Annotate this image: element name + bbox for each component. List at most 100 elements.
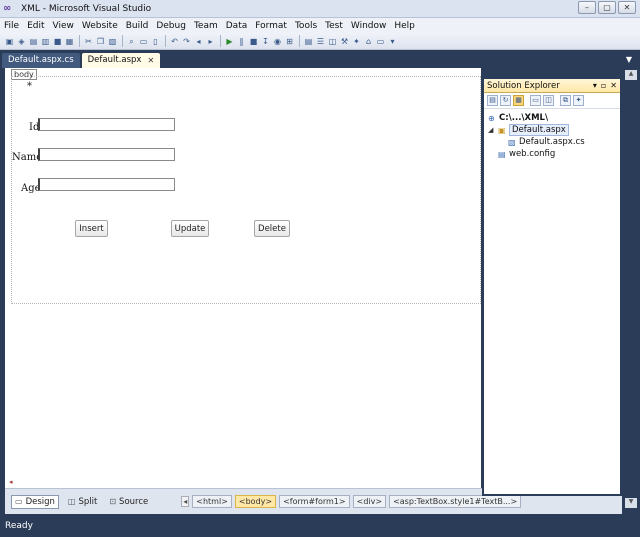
design-surface[interactable]: body * Id Name Age Insert Update Delete … [5,68,481,488]
view-tab-label: Design [25,496,55,507]
maximize-button[interactable]: ▢ [598,1,616,14]
breadcrumb-html[interactable]: <html> [192,495,232,508]
delete-button[interactable]: Delete [254,220,290,237]
toolbar-options-icon[interactable]: ▾ [387,36,398,47]
new-project-icon[interactable]: ▣ [4,36,15,47]
properties-icon[interactable]: ▤ [487,95,498,106]
menu-view[interactable]: View [49,21,78,31]
redo-icon[interactable]: ↷ [181,36,192,47]
title-bar: ∞ XML - Microsoft Visual Studio – ▢ ✕ [0,0,640,18]
cut-icon[interactable]: ✂ [83,36,94,47]
toolbox-icon[interactable]: ⚒ [339,36,350,47]
menu-help[interactable]: Help [390,21,419,31]
start-debugging-icon[interactable]: ▶ [224,36,235,47]
copy-website-icon[interactable]: ⧉ [560,95,571,106]
close-icon[interactable]: ✕ [147,53,154,68]
breakpoint-icon[interactable]: ◉ [272,36,283,47]
save-icon[interactable]: ■ [52,36,63,47]
tab-default-aspx-cs[interactable]: Default.aspx.cs [2,53,80,68]
step-icon[interactable]: ↧ [260,36,271,47]
panel-dropdown-icon[interactable]: ▾ [593,81,597,90]
menu-build[interactable]: Build [122,21,153,31]
solution-tree: ⊕ C:\...\XML\ ◢ ▣ Default.aspx ▧ Default… [484,109,620,160]
tab-overflow-icon[interactable]: ▼ [626,55,632,64]
solution-explorer-title: Solution Explorer [487,80,560,91]
breadcrumb-body[interactable]: <body> [234,495,277,508]
paste-icon[interactable]: ▧ [107,36,118,47]
toolbar-separator [122,35,123,47]
menu-edit[interactable]: Edit [23,21,48,31]
menu-file[interactable]: File [0,21,23,31]
tree-item-code-behind[interactable]: ▧ Default.aspx.cs [488,136,620,148]
design-view-tab[interactable]: ▭ Design [11,494,59,509]
show-all-files-icon[interactable]: ▦ [513,95,524,106]
navigate-backward-icon[interactable]: ◂ [193,36,204,47]
name-textbox[interactable] [38,148,175,161]
menu-website[interactable]: Website [78,21,122,31]
source-view-tab[interactable]: ⊡ Source [106,496,151,508]
menu-window[interactable]: Window [347,21,391,31]
undo-icon[interactable]: ↶ [169,36,180,47]
tab-default-aspx[interactable]: Default.aspx ✕ [81,53,161,68]
object-browser-icon[interactable]: ◫ [327,36,338,47]
panel-close-icon[interactable]: ✕ [610,81,617,90]
breadcrumb-div[interactable]: <div> [352,495,387,508]
add-item-icon[interactable]: ◈ [16,36,27,47]
refresh-icon[interactable]: ↻ [500,95,511,106]
collapse-arrow-icon[interactable]: ◢ [488,126,498,134]
menu-debug[interactable]: Debug [152,21,190,31]
solution-explorer-icon[interactable]: ▤ [303,36,314,47]
minimize-button[interactable]: – [578,1,596,14]
panel-pin-icon[interactable]: ▫ [601,81,606,90]
breadcrumb-form[interactable]: <form#form1> [279,495,350,508]
view-code-icon[interactable]: ▭ [530,95,541,106]
properties-icon[interactable]: ☰ [315,36,326,47]
breadcrumb-back-icon[interactable]: ◂ [181,496,190,507]
config-file-icon: ▤ [498,149,506,159]
menu-format[interactable]: Format [251,21,291,31]
tree-item-web-config[interactable]: ▤ web.config [488,148,620,160]
uncomment-icon[interactable]: ▯ [150,36,161,47]
asp-net-config-icon[interactable]: ✦ [573,95,584,106]
tree-item-label: C:\...\XML\ [499,113,549,123]
id-textbox[interactable] [38,118,175,131]
scroll-down-icon[interactable]: ▼ [625,498,637,508]
breadcrumb-textbox[interactable]: <asp:TextBox.style1#TextB...> [389,495,522,508]
find-in-files-icon[interactable]: ⊞ [284,36,295,47]
tree-item-label: web.config [509,149,556,159]
pause-icon[interactable]: ‖ [236,36,247,47]
tree-item-default-aspx[interactable]: ◢ ▣ Default.aspx [488,124,620,136]
save-all-icon[interactable]: ▦ [64,36,75,47]
output-icon[interactable]: ▭ [375,36,386,47]
menu-tools[interactable]: Tools [291,21,321,31]
insert-button[interactable]: Insert [75,220,108,237]
close-button[interactable]: ✕ [618,1,636,14]
solution-explorer-header: Solution Explorer ▾ ▫ ✕ [484,79,620,93]
navigate-forward-icon[interactable]: ▸ [205,36,216,47]
menu-data[interactable]: Data [222,21,252,31]
start-page-icon[interactable]: ⌂ [363,36,374,47]
tab-label: Default.aspx.cs [8,55,74,65]
window-controls: – ▢ ✕ [578,1,636,14]
scroll-up-icon[interactable]: ▲ [625,70,637,80]
menu-team[interactable]: Team [190,21,222,31]
split-view-tab[interactable]: ◫ Split [65,496,100,508]
view-designer-icon[interactable]: ◫ [543,95,554,106]
open-file-icon[interactable]: ▤ [28,36,39,47]
toolbar-separator [79,35,80,47]
copy-icon[interactable]: ❐ [95,36,106,47]
age-textbox[interactable] [38,178,175,191]
scroll-left-icon[interactable]: ◂ [9,478,13,486]
toolbar-separator [220,35,221,47]
source-view-icon: ⊡ [109,497,117,506]
stop-icon[interactable]: ■ [248,36,259,47]
document-tab-strip: Default.aspx.cs Default.aspx ✕ ▼ [0,50,640,68]
new-file-icon[interactable]: ▥ [40,36,51,47]
comment-icon[interactable]: ▭ [138,36,149,47]
tree-item-root[interactable]: ⊕ C:\...\XML\ [488,112,620,124]
update-button[interactable]: Update [171,220,209,237]
solution-explorer-panel: Solution Explorer ▾ ▫ ✕ ▤ ↻ ▦ ▭ ◫ ⧉ ✦ ⊕ … [482,79,622,496]
extensions-icon[interactable]: ✦ [351,36,362,47]
find-icon[interactable]: ⌕ [126,36,137,47]
menu-test[interactable]: Test [321,21,347,31]
